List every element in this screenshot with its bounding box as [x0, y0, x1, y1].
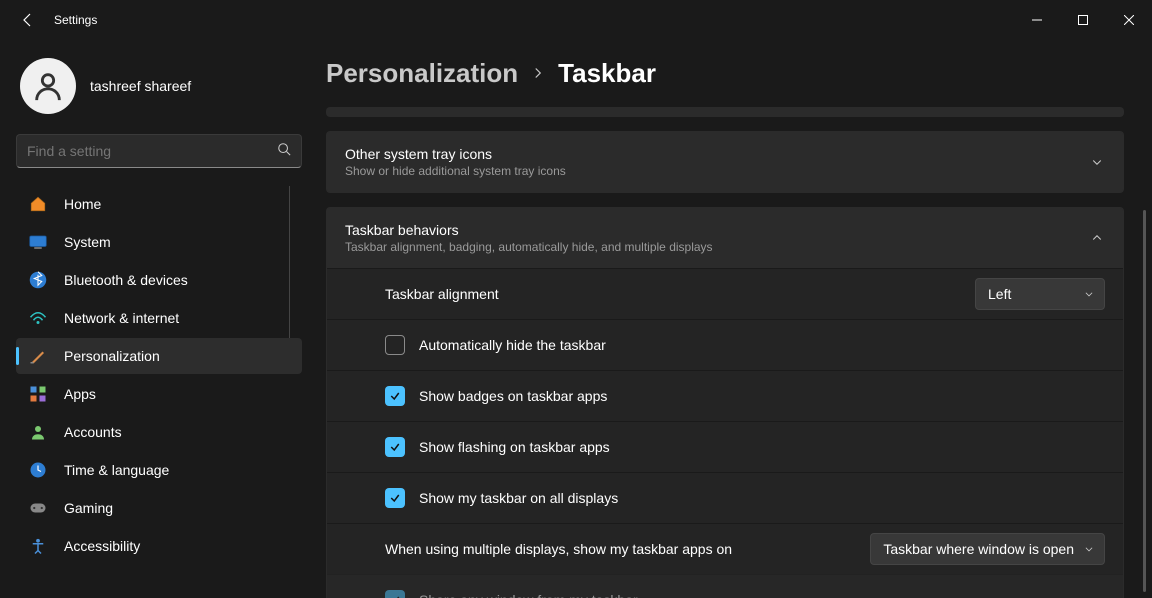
maximize-button[interactable]	[1060, 0, 1106, 40]
setting-label: Taskbar alignment	[385, 286, 961, 302]
taskbar-alignment-dropdown[interactable]: Left	[975, 278, 1105, 310]
vertical-scrollbar[interactable]	[1143, 210, 1146, 592]
chevron-down-icon	[1089, 154, 1105, 170]
row-taskbar-alignment: Taskbar alignment Left	[327, 268, 1123, 319]
setting-label: Show my taskbar on all displays	[419, 490, 1105, 506]
system-icon	[28, 232, 48, 252]
apps-icon	[28, 384, 48, 404]
sidebar-item-gaming[interactable]: Gaming	[16, 490, 302, 526]
sidebar-item-label: Accessibility	[64, 538, 140, 554]
minimize-button[interactable]	[1014, 0, 1060, 40]
sidebar-item-bluetooth[interactable]: Bluetooth & devices	[16, 262, 302, 298]
search-input[interactable]	[27, 143, 277, 159]
sidebar-item-home[interactable]: Home	[16, 186, 302, 222]
sidebar-item-label: Home	[64, 196, 101, 212]
accessibility-icon	[28, 536, 48, 556]
sidebar-item-accounts[interactable]: Accounts	[16, 414, 302, 450]
personalization-icon	[28, 346, 48, 366]
accounts-icon	[28, 422, 48, 442]
row-show-flashing: Show flashing on taskbar apps	[327, 421, 1123, 472]
dropdown-value: Left	[988, 286, 1044, 302]
home-icon	[28, 194, 48, 214]
row-show-badges: Show badges on taskbar apps	[327, 370, 1123, 421]
badges-checkbox[interactable]	[385, 386, 405, 406]
setting-label: Share any window from my taskbar	[419, 592, 1105, 598]
window-title: Settings	[54, 13, 97, 27]
user-name: tashreef shareef	[90, 78, 191, 94]
section-taskbar-behaviors[interactable]: Taskbar behaviors Taskbar alignment, bad…	[327, 208, 1123, 268]
sidebar-item-personalization[interactable]: Personalization	[16, 338, 302, 374]
section-title: Taskbar behaviors	[345, 222, 1089, 238]
sidebar-item-label: Gaming	[64, 500, 113, 516]
breadcrumb: Personalization Taskbar	[326, 58, 1124, 89]
sidebar-item-label: Bluetooth & devices	[64, 272, 188, 288]
section-subtitle: Taskbar alignment, badging, automaticall…	[345, 240, 1089, 254]
section-subtitle: Show or hide additional system tray icon…	[345, 164, 1089, 178]
sidebar-item-label: Network & internet	[64, 310, 179, 326]
row-share-window: Share any window from my taskbar	[327, 574, 1123, 598]
multi-display-dropdown[interactable]: Taskbar where window is open	[870, 533, 1105, 565]
close-button[interactable]	[1106, 0, 1152, 40]
chevron-right-icon	[532, 63, 544, 84]
sidebar-item-accessibility[interactable]: Accessibility	[16, 528, 302, 564]
back-button[interactable]	[16, 8, 40, 32]
sidebar-item-time[interactable]: Time & language	[16, 452, 302, 488]
search-box[interactable]	[16, 134, 302, 168]
collapsed-section-sliver	[326, 107, 1124, 117]
sidebar-item-system[interactable]: System	[16, 224, 302, 260]
row-multi-display: When using multiple displays, show my ta…	[327, 523, 1123, 574]
sidebar-item-network[interactable]: Network & internet	[16, 300, 302, 336]
breadcrumb-parent[interactable]: Personalization	[326, 58, 518, 89]
setting-label: Show flashing on taskbar apps	[419, 439, 1105, 455]
user-account-button[interactable]: tashreef shareef	[16, 54, 302, 134]
network-icon	[28, 308, 48, 328]
chevron-up-icon	[1089, 230, 1105, 246]
sidebar-item-label: Apps	[64, 386, 96, 402]
chevron-down-icon	[1084, 541, 1094, 557]
gaming-icon	[28, 498, 48, 518]
share-window-checkbox[interactable]	[385, 590, 405, 598]
setting-label: Show badges on taskbar apps	[419, 388, 1105, 404]
row-all-displays: Show my taskbar on all displays	[327, 472, 1123, 523]
setting-label: When using multiple displays, show my ta…	[385, 541, 856, 557]
setting-label: Automatically hide the taskbar	[419, 337, 1105, 353]
bluetooth-icon	[28, 270, 48, 290]
section-title: Other system tray icons	[345, 146, 1089, 162]
dropdown-value: Taskbar where window is open	[883, 541, 1074, 557]
sidebar-item-label: System	[64, 234, 111, 250]
search-icon	[277, 142, 291, 161]
sidebar: tashreef shareef Home System	[0, 40, 310, 598]
row-auto-hide: Automatically hide the taskbar	[327, 319, 1123, 370]
chevron-down-icon	[1084, 286, 1094, 302]
time-icon	[28, 460, 48, 480]
breadcrumb-current: Taskbar	[558, 58, 656, 89]
main-panel: Personalization Taskbar Other system tra…	[310, 40, 1152, 598]
auto-hide-checkbox[interactable]	[385, 335, 405, 355]
all-displays-checkbox[interactable]	[385, 488, 405, 508]
sidebar-item-apps[interactable]: Apps	[16, 376, 302, 412]
sidebar-item-label: Time & language	[64, 462, 169, 478]
avatar	[20, 58, 76, 114]
sidebar-item-label: Personalization	[64, 348, 160, 364]
sidebar-item-label: Accounts	[64, 424, 122, 440]
flashing-checkbox[interactable]	[385, 437, 405, 457]
section-other-tray-icons[interactable]: Other system tray icons Show or hide add…	[327, 132, 1123, 192]
